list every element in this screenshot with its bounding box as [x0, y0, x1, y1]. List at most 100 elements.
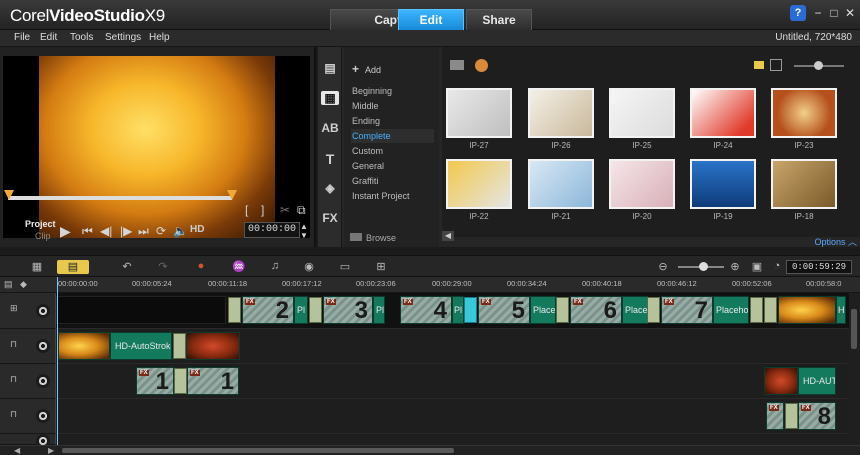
- category-custom[interactable]: Custom: [351, 144, 434, 158]
- redo-icon[interactable]: ↷: [152, 260, 174, 274]
- next-frame-icon[interactable]: |▶: [120, 224, 132, 238]
- clip-7[interactable]: FX 7: [661, 296, 713, 324]
- timecode-stepper-icon[interactable]: ▲ ▼: [300, 222, 308, 240]
- zoom-in-icon[interactable]: ⊕: [724, 260, 746, 274]
- scroll-left-icon[interactable]: ◀: [14, 446, 20, 455]
- timeline-view-icon[interactable]: ▤: [57, 260, 89, 274]
- video-track-icon[interactable]: [36, 304, 50, 318]
- track-toggle-icon[interactable]: ⊞: [10, 303, 18, 314]
- scroll-right-icon[interactable]: ▶: [48, 446, 54, 455]
- lock-icon[interactable]: ⊓: [10, 374, 17, 385]
- thumbnail-ip-27[interactable]: [446, 88, 512, 138]
- thumbnail-ip-24[interactable]: [690, 88, 756, 138]
- category-instant-project[interactable]: Instant Project: [351, 189, 434, 203]
- transition[interactable]: [174, 368, 187, 394]
- clip-video-end[interactable]: [778, 296, 836, 324]
- maximize-icon[interactable]: □: [826, 5, 842, 21]
- tab-share[interactable]: Share: [466, 9, 532, 30]
- timeline-horizontal-scrollbar[interactable]: ◀ ▶: [0, 445, 860, 455]
- hd-label[interactable]: HD: [190, 224, 204, 235]
- clip-6[interactable]: FX 6: [570, 296, 622, 324]
- repeat-icon[interactable]: ⟳: [156, 224, 166, 238]
- clip-4-label[interactable]: Pl: [452, 296, 464, 324]
- track-manager-icon[interactable]: ▤: [4, 279, 13, 290]
- overlay-track-icon[interactable]: [36, 374, 50, 388]
- close-icon[interactable]: ✕: [842, 5, 858, 21]
- transition[interactable]: [750, 297, 763, 323]
- storyboard-view-icon[interactable]: ▦: [26, 260, 48, 274]
- clip-5-label[interactable]: Place: [530, 296, 556, 324]
- browse-button[interactable]: Browse: [350, 233, 396, 243]
- title-icon[interactable]: T: [321, 151, 339, 167]
- transition[interactable]: [785, 403, 798, 429]
- transition[interactable]: [173, 333, 186, 359]
- play-icon[interactable]: ▶: [60, 223, 71, 240]
- category-complete[interactable]: Complete: [351, 129, 434, 143]
- category-ending[interactable]: Ending: [351, 114, 434, 128]
- mark-in-icon[interactable]: [: [245, 203, 248, 217]
- clip-2-label[interactable]: Pl: [294, 296, 308, 324]
- vertical-scroll-thumb[interactable]: [851, 309, 857, 349]
- motion-tracking-icon[interactable]: ◉: [298, 260, 320, 274]
- overlay-track-icon[interactable]: [36, 339, 50, 353]
- folder-icon[interactable]: [450, 60, 464, 70]
- thumbnail-ip-18[interactable]: [771, 159, 837, 209]
- zoom-out-icon[interactable]: ⊖: [652, 260, 674, 274]
- clip-overlay-heart[interactable]: [186, 332, 240, 360]
- menu-file[interactable]: File: [14, 32, 30, 43]
- thumbnail-ip-20[interactable]: [609, 159, 675, 209]
- transition[interactable]: [309, 297, 322, 323]
- add-button[interactable]: + Add: [352, 62, 381, 76]
- clip-1a[interactable]: FX 1: [136, 367, 174, 395]
- category-graffiti[interactable]: Graffiti: [351, 174, 434, 188]
- record-capture-icon[interactable]: ●: [190, 260, 212, 274]
- lock-icon[interactable]: ⊓: [10, 409, 17, 420]
- lock-icon[interactable]: ⊓: [10, 339, 17, 350]
- split-icon[interactable]: ✂: [280, 203, 290, 217]
- thumb-size-handle[interactable]: [814, 61, 823, 70]
- transition[interactable]: [764, 297, 777, 323]
- category-beginning[interactable]: Beginning: [351, 84, 434, 98]
- menu-tools[interactable]: Tools: [70, 32, 93, 43]
- menu-help[interactable]: Help: [149, 32, 170, 43]
- clip-overlay-video[interactable]: [58, 332, 110, 360]
- graphic-icon[interactable]: ◈: [321, 181, 339, 195]
- transition-icon[interactable]: AB: [321, 121, 339, 135]
- timeline-ruler[interactable]: ▤ ◆ 00:00:00:00 00:00:05:24 00:00:11:18 …: [0, 277, 860, 293]
- auto-music-icon[interactable]: ♫: [264, 260, 286, 274]
- previous-frame-icon[interactable]: ◀|: [100, 224, 112, 238]
- clip-overlay-label[interactable]: HD-AutoStroke: [110, 332, 172, 360]
- scrub-bar[interactable]: [8, 196, 232, 200]
- media-icon[interactable]: ▤: [321, 61, 339, 75]
- overlay-track-icon[interactable]: [36, 409, 50, 423]
- mode-project[interactable]: Project: [25, 219, 56, 229]
- clip-overlay-heart-end[interactable]: [764, 367, 798, 395]
- clip-2[interactable]: FX 2: [242, 296, 294, 324]
- undo-icon[interactable]: ↶: [116, 260, 138, 274]
- clip-5[interactable]: FX 5: [478, 296, 530, 324]
- minimize-icon[interactable]: −: [810, 5, 826, 21]
- clip-8[interactable]: FX 8: [798, 402, 836, 430]
- subtitle-editor-icon[interactable]: ▭: [334, 260, 356, 274]
- multi-camera-icon[interactable]: ⊞: [370, 260, 392, 274]
- chapter-point-icon[interactable]: ◆: [20, 279, 27, 290]
- home-icon[interactable]: ⏮: [82, 224, 93, 239]
- clip-7-label[interactable]: Placeholo: [713, 296, 749, 324]
- clip-overlay-end-label[interactable]: HD-AUTO: [798, 367, 836, 395]
- playhead[interactable]: [57, 277, 58, 445]
- mark-out-icon[interactable]: ]: [261, 203, 264, 217]
- category-middle[interactable]: Middle: [351, 99, 434, 113]
- mode-clip[interactable]: Clip: [35, 231, 51, 241]
- thumbnail-ip-22[interactable]: [446, 159, 512, 209]
- options-button[interactable]: Options ︿: [814, 235, 857, 248]
- instant-project-icon[interactable]: ▦: [321, 91, 339, 105]
- clip-3[interactable]: FX 3: [323, 296, 373, 324]
- thumbnail-ip-19[interactable]: [690, 159, 756, 209]
- clip-black[interactable]: [56, 296, 226, 324]
- scroll-left-icon[interactable]: ◀: [442, 231, 454, 241]
- transition-selected[interactable]: [464, 297, 477, 323]
- zoom-handle[interactable]: [699, 262, 708, 271]
- end-icon[interactable]: ⏭: [138, 224, 149, 239]
- clip-8-pre[interactable]: FX: [766, 402, 784, 430]
- fit-project-icon[interactable]: ▣: [746, 260, 768, 274]
